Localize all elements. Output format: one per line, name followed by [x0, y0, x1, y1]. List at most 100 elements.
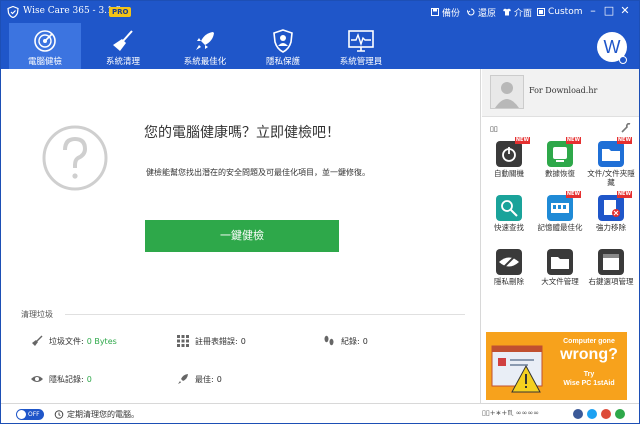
large-file-icon: [547, 249, 573, 275]
new-badge: NEW: [565, 137, 581, 144]
broom-icon: [113, 30, 133, 51]
tab-label: 系統最佳化: [183, 57, 227, 67]
stat-label: 隱私記錄:: [49, 374, 84, 384]
facebook-icon[interactable]: [573, 409, 583, 419]
section-title: 清理垃圾: [21, 310, 53, 319]
data-recovery-icon: NEW: [547, 137, 581, 167]
new-badge: NEW: [616, 191, 632, 198]
status-bar: OFF 定期清理您的電腦。 ▯▯+∗+♏ ∞∞∞∞: [1, 403, 639, 423]
tab-system-tuneup[interactable]: 系統管理員: [325, 23, 397, 69]
backup-label: 備份: [442, 8, 461, 19]
tool-privacy-eraser[interactable]: 隱私刪除: [484, 249, 534, 286]
shield-person-icon: [273, 29, 293, 53]
interface-button[interactable]: 介面: [503, 5, 532, 19]
tool-data-recovery[interactable]: NEW 數據恢復: [535, 137, 585, 178]
toggle-knob: [17, 410, 26, 419]
restore-button[interactable]: 還原: [467, 5, 496, 19]
backup-button[interactable]: 備份: [431, 5, 460, 19]
minimize-button[interactable]: –: [586, 4, 600, 18]
broom-icon: [32, 335, 43, 346]
eye-icon: [31, 376, 43, 382]
footprints-icon: [324, 335, 334, 346]
tool-label: 隱私刪除: [494, 277, 524, 286]
tab-pc-checkup[interactable]: 電腦健檢: [9, 23, 81, 69]
stat-label: 註冊表錯誤:: [195, 336, 238, 346]
tab-privacy-protector[interactable]: 隱私保護: [247, 23, 319, 69]
new-badge: NEW: [514, 137, 530, 144]
stat-label: 紀錄:: [341, 336, 360, 346]
privacy-eraser-icon: [496, 249, 522, 275]
context-menu-icon: [598, 249, 624, 275]
registry-grid-icon: [177, 335, 189, 347]
ad-line-2: wrong?: [560, 346, 618, 363]
rocket-icon: [196, 32, 214, 50]
tool-label: 大文件管理: [541, 277, 579, 286]
tool-label: 數據恢復: [545, 169, 575, 178]
monitor-pulse-icon: [348, 30, 374, 52]
tools-header: ▯▯: [490, 125, 498, 133]
new-badge: NEW: [565, 191, 581, 198]
footer-links[interactable]: ▯▯+∗+♏ ∞∞∞∞: [482, 409, 539, 417]
skin-shirt-icon: [503, 8, 511, 16]
stat-value: 0: [240, 336, 246, 346]
tool-label: 文件/文件夾隱藏: [587, 169, 635, 187]
custom-icon: [537, 8, 545, 16]
close-button[interactable]: ✕: [618, 4, 632, 18]
tool-power[interactable]: NEW 自動關機: [484, 137, 534, 178]
tool-label: 右鍵選項管理: [588, 277, 634, 286]
custom-button[interactable]: Custom: [537, 5, 582, 19]
main-panel: 您的電腦健康嗎？立即健檢吧！ 健檢能幫您找出潛在的安全問題及可最佳化項目，並一鍵…: [1, 69, 481, 403]
tool-force-delete[interactable]: NEW 強力移除: [586, 191, 636, 232]
user-photo: [490, 75, 524, 109]
ad-line-4: Wise PC 1stAid: [563, 380, 615, 387]
stat-privacy-records: 隱私記錄: 0: [31, 373, 92, 385]
warning-window-icon: [491, 345, 543, 393]
tool-folder-lock[interactable]: NEW 文件/文件夾隱藏: [586, 137, 636, 187]
page-title: 您的電腦健康嗎？立即健檢吧！: [144, 125, 340, 141]
tab-label: 隱私保護: [265, 57, 300, 67]
ad-line-1: Computer gone: [563, 338, 615, 345]
tab-label: 系統清理: [105, 57, 140, 67]
memory-icon: NEW: [547, 191, 581, 221]
stat-label: 最佳:: [195, 374, 214, 384]
stat-label: 垃圾文件:: [49, 336, 84, 346]
schedule-text: 定期清理您的電腦。: [67, 410, 139, 419]
ad-banner[interactable]: Computer gone wrong? Try Wise PC 1stAid: [486, 332, 627, 400]
page-description: 健檢能幫您找出潛在的安全問題及可最佳化項目，並一鍵修復。: [146, 168, 370, 177]
tool-memory[interactable]: NEW 記憶體最佳化: [535, 191, 585, 232]
backup-icon: [431, 8, 439, 16]
question-circle-icon: [42, 125, 108, 191]
twitter-icon[interactable]: [587, 409, 597, 419]
tool-label: 自動關機: [494, 169, 524, 178]
custom-label: Custom: [548, 7, 583, 17]
tool-context-menu[interactable]: 右鍵選項管理: [586, 249, 636, 286]
tab-label: 系統管理員: [339, 57, 383, 67]
maximize-button[interactable]: □: [602, 4, 616, 18]
tool-label: 快速查找: [494, 223, 524, 232]
google-plus-icon[interactable]: [601, 409, 611, 419]
stat-value: 0: [362, 336, 368, 346]
pro-badge: PRO: [109, 7, 132, 17]
stat-value: 0 Bytes: [86, 336, 117, 346]
tab-system-cleaner[interactable]: 系統清理: [87, 23, 159, 69]
avatar-status-dot: [619, 56, 627, 64]
scan-now-button[interactable]: 一鍵健檢: [145, 220, 339, 252]
feedback-icon[interactable]: [615, 409, 625, 419]
alarm-clock-icon: [54, 410, 64, 419]
close-icon: ✕: [620, 4, 630, 17]
app-title: Wise Care 365 - 3.1.3: [23, 6, 122, 16]
tab-system-optimizer[interactable]: 系統最佳化: [169, 23, 241, 69]
user-card[interactable]: For Download.hr: [482, 69, 639, 117]
main-nav: 電腦健檢 系統清理 系統最佳化 隱私保護 系統管理員 W: [1, 23, 639, 69]
tool-label: 記憶體最佳化: [537, 223, 583, 232]
schedule-toggle[interactable]: OFF: [16, 409, 44, 420]
power-icon: NEW: [496, 137, 530, 167]
wrench-icon[interactable]: [621, 123, 631, 133]
stat-traces: 紀錄: 0: [323, 335, 368, 347]
minimize-icon: –: [590, 4, 596, 17]
magnifier-icon: [496, 195, 522, 221]
interface-label: 介面: [514, 8, 533, 19]
tool-magnifier[interactable]: 快速查找: [484, 195, 534, 232]
tool-large-file[interactable]: 大文件管理: [535, 249, 585, 286]
stat-junk-files: 垃圾文件: 0 Bytes: [31, 335, 117, 347]
